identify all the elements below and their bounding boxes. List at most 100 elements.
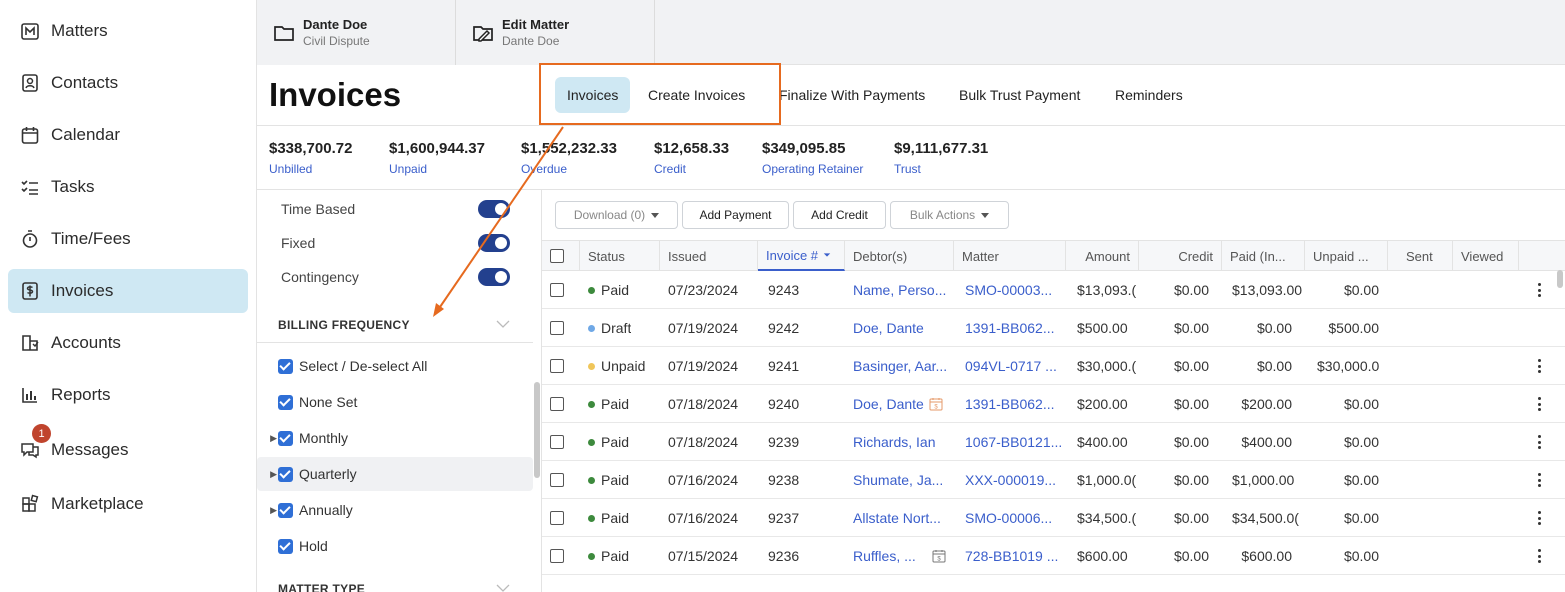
matter-link[interactable]: 1391-BB062... (965, 309, 1063, 347)
sidebar-item-accounts[interactable]: Accounts (8, 321, 248, 365)
checkbox-checked[interactable] (278, 538, 293, 554)
debtor-link[interactable]: Richards, Ian (853, 423, 949, 461)
row-checkbox[interactable] (550, 359, 564, 373)
row-menu-icon[interactable] (1535, 548, 1543, 564)
billing-frequency-heading[interactable]: BILLING FREQUENCY (278, 318, 410, 332)
column-header-invoice-number[interactable]: Invoice # (758, 241, 845, 271)
filter-scrollbar[interactable] (534, 382, 540, 478)
add-payment-button[interactable]: Add Payment (682, 201, 789, 229)
context-tab-matter[interactable]: Dante Doe Civil Dispute (257, 0, 456, 65)
summary-label[interactable]: Credit (654, 162, 729, 176)
row-checkbox[interactable] (550, 549, 564, 563)
filter-option-quarterly[interactable]: ▶ Quarterly (257, 457, 533, 491)
row-checkbox[interactable] (550, 511, 564, 525)
debtor-link[interactable]: Doe, Dante (853, 309, 949, 347)
column-header-unpaid[interactable]: Unpaid ... (1305, 241, 1388, 271)
matter-link[interactable]: 728-BB1019 ... (965, 537, 1063, 575)
table-row[interactable]: Paid 07/16/2024 9237 Allstate Nort... SM… (542, 499, 1565, 537)
sidebar-item-matters[interactable]: Matters (8, 9, 248, 53)
checkbox-checked[interactable] (278, 502, 293, 518)
column-header-sent[interactable]: Sent (1388, 241, 1453, 271)
sidebar-item-calendar[interactable]: Calendar (8, 113, 248, 157)
sidebar-item-contacts[interactable]: Contacts (8, 61, 248, 105)
sidebar-item-messages[interactable]: 1 Messages (8, 424, 248, 472)
sidebar-item-tasks[interactable]: Tasks (8, 165, 248, 209)
column-header-matter[interactable]: Matter (954, 241, 1066, 271)
table-scrollbar[interactable] (1557, 270, 1563, 288)
column-header-paid[interactable]: Paid (In... (1222, 241, 1305, 271)
matter-link[interactable]: 094VL-0717 ... (965, 347, 1063, 385)
summary-label[interactable]: Overdue (521, 162, 617, 176)
sidebar-item-marketplace[interactable]: Marketplace (8, 482, 248, 526)
checkbox-checked[interactable] (278, 430, 293, 446)
matter-link[interactable]: SMO-00003... (965, 271, 1063, 309)
row-menu-icon[interactable] (1535, 396, 1543, 412)
toggle-time-based[interactable] (478, 200, 510, 218)
bulk-actions-button[interactable]: Bulk Actions (890, 201, 1009, 229)
toggle-contingency[interactable] (478, 268, 510, 286)
table-row[interactable]: Paid 07/18/2024 9240 Doe, Dante $ 1391-B… (542, 385, 1565, 423)
matter-type-heading[interactable]: MATTER TYPE (278, 582, 365, 592)
row-menu-icon[interactable] (1535, 358, 1543, 374)
summary-label[interactable]: Unbilled (269, 162, 352, 176)
matter-link[interactable]: SMO-00006... (965, 499, 1063, 537)
chevron-down-icon[interactable] (496, 581, 510, 592)
table-row[interactable]: Paid 07/15/2024 9236 Ruffles, ... $ 728-… (542, 537, 1565, 575)
summary-label[interactable]: Trust (894, 162, 988, 176)
tab-finalize-with-payments[interactable]: Finalize With Payments (767, 77, 937, 113)
select-all-checkbox[interactable] (550, 249, 564, 263)
row-menu-icon[interactable] (1535, 510, 1543, 526)
table-row[interactable]: Paid 07/16/2024 9238 Shumate, Ja... XXX-… (542, 461, 1565, 499)
matter-link[interactable]: XXX-000019... (965, 461, 1063, 499)
download-button[interactable]: Download (0) (555, 201, 678, 229)
debtor-link[interactable]: Shumate, Ja... (853, 461, 949, 499)
column-header-credit[interactable]: Credit (1139, 241, 1222, 271)
sidebar-item-reports[interactable]: Reports (8, 373, 248, 417)
debtor-link[interactable]: Name, Perso... (853, 271, 949, 309)
checkbox-checked[interactable] (278, 394, 293, 410)
sidebar-item-time-fees[interactable]: Time/Fees (8, 217, 248, 261)
row-menu-icon[interactable] (1535, 282, 1543, 298)
filter-option-annually[interactable]: ▶ Annually (257, 493, 533, 527)
chevron-down-icon[interactable] (496, 317, 510, 331)
summary-label[interactable]: Operating Retainer (762, 162, 863, 176)
tab-bulk-trust-payment[interactable]: Bulk Trust Payment (947, 77, 1092, 113)
filter-option-monthly[interactable]: ▶ Monthly (257, 421, 533, 455)
context-tab-edit-matter[interactable]: Edit Matter Dante Doe (456, 0, 655, 65)
summary-label[interactable]: Unpaid (389, 162, 485, 176)
column-header-viewed[interactable]: Viewed (1453, 241, 1519, 271)
column-header-amount[interactable]: Amount (1066, 241, 1139, 271)
table-row[interactable]: Draft 07/19/2024 9242 Doe, Dante 1391-BB… (542, 309, 1565, 347)
debtor-link[interactable]: Ruffles, ... (853, 537, 927, 575)
sidebar-item-invoices[interactable]: Invoices (8, 269, 248, 313)
add-credit-button[interactable]: Add Credit (793, 201, 886, 229)
filter-option-hold[interactable]: Hold (257, 529, 533, 563)
column-header-issued[interactable]: Issued (660, 241, 758, 271)
row-checkbox[interactable] (550, 435, 564, 449)
debtor-link[interactable]: Allstate Nort... (853, 499, 949, 537)
filter-option-select-all[interactable]: Select / De-select All (257, 349, 533, 383)
expand-caret-icon[interactable]: ▶ (257, 469, 277, 480)
expand-caret-icon[interactable]: ▶ (257, 505, 277, 516)
debtor-link[interactable]: Basinger, Aar... (853, 347, 949, 385)
column-header-status[interactable]: Status (580, 241, 660, 271)
row-checkbox[interactable] (550, 283, 564, 297)
checkbox-checked[interactable] (278, 466, 293, 482)
table-row[interactable]: Paid 07/18/2024 9239 Richards, Ian 1067-… (542, 423, 1565, 461)
row-checkbox[interactable] (550, 473, 564, 487)
table-row[interactable]: Paid 07/23/2024 9243 Name, Perso... SMO-… (542, 271, 1565, 309)
tab-reminders[interactable]: Reminders (1103, 77, 1195, 113)
table-row[interactable]: Unpaid 07/19/2024 9241 Basinger, Aar... … (542, 347, 1565, 385)
row-checkbox[interactable] (550, 397, 564, 411)
filter-option-none-set[interactable]: None Set (257, 385, 533, 419)
toggle-fixed[interactable] (478, 234, 510, 252)
column-header-debtors[interactable]: Debtor(s) (845, 241, 954, 271)
debtor-link[interactable]: Doe, Dante (853, 385, 927, 423)
checkbox-checked[interactable] (278, 358, 293, 374)
row-checkbox[interactable] (550, 321, 564, 335)
expand-caret-icon[interactable]: ▶ (257, 433, 277, 444)
matter-link[interactable]: 1391-BB062... (965, 385, 1063, 423)
row-menu-icon[interactable] (1535, 434, 1543, 450)
row-menu-icon[interactable] (1535, 472, 1543, 488)
matter-link[interactable]: 1067-BB0121... (965, 423, 1063, 461)
